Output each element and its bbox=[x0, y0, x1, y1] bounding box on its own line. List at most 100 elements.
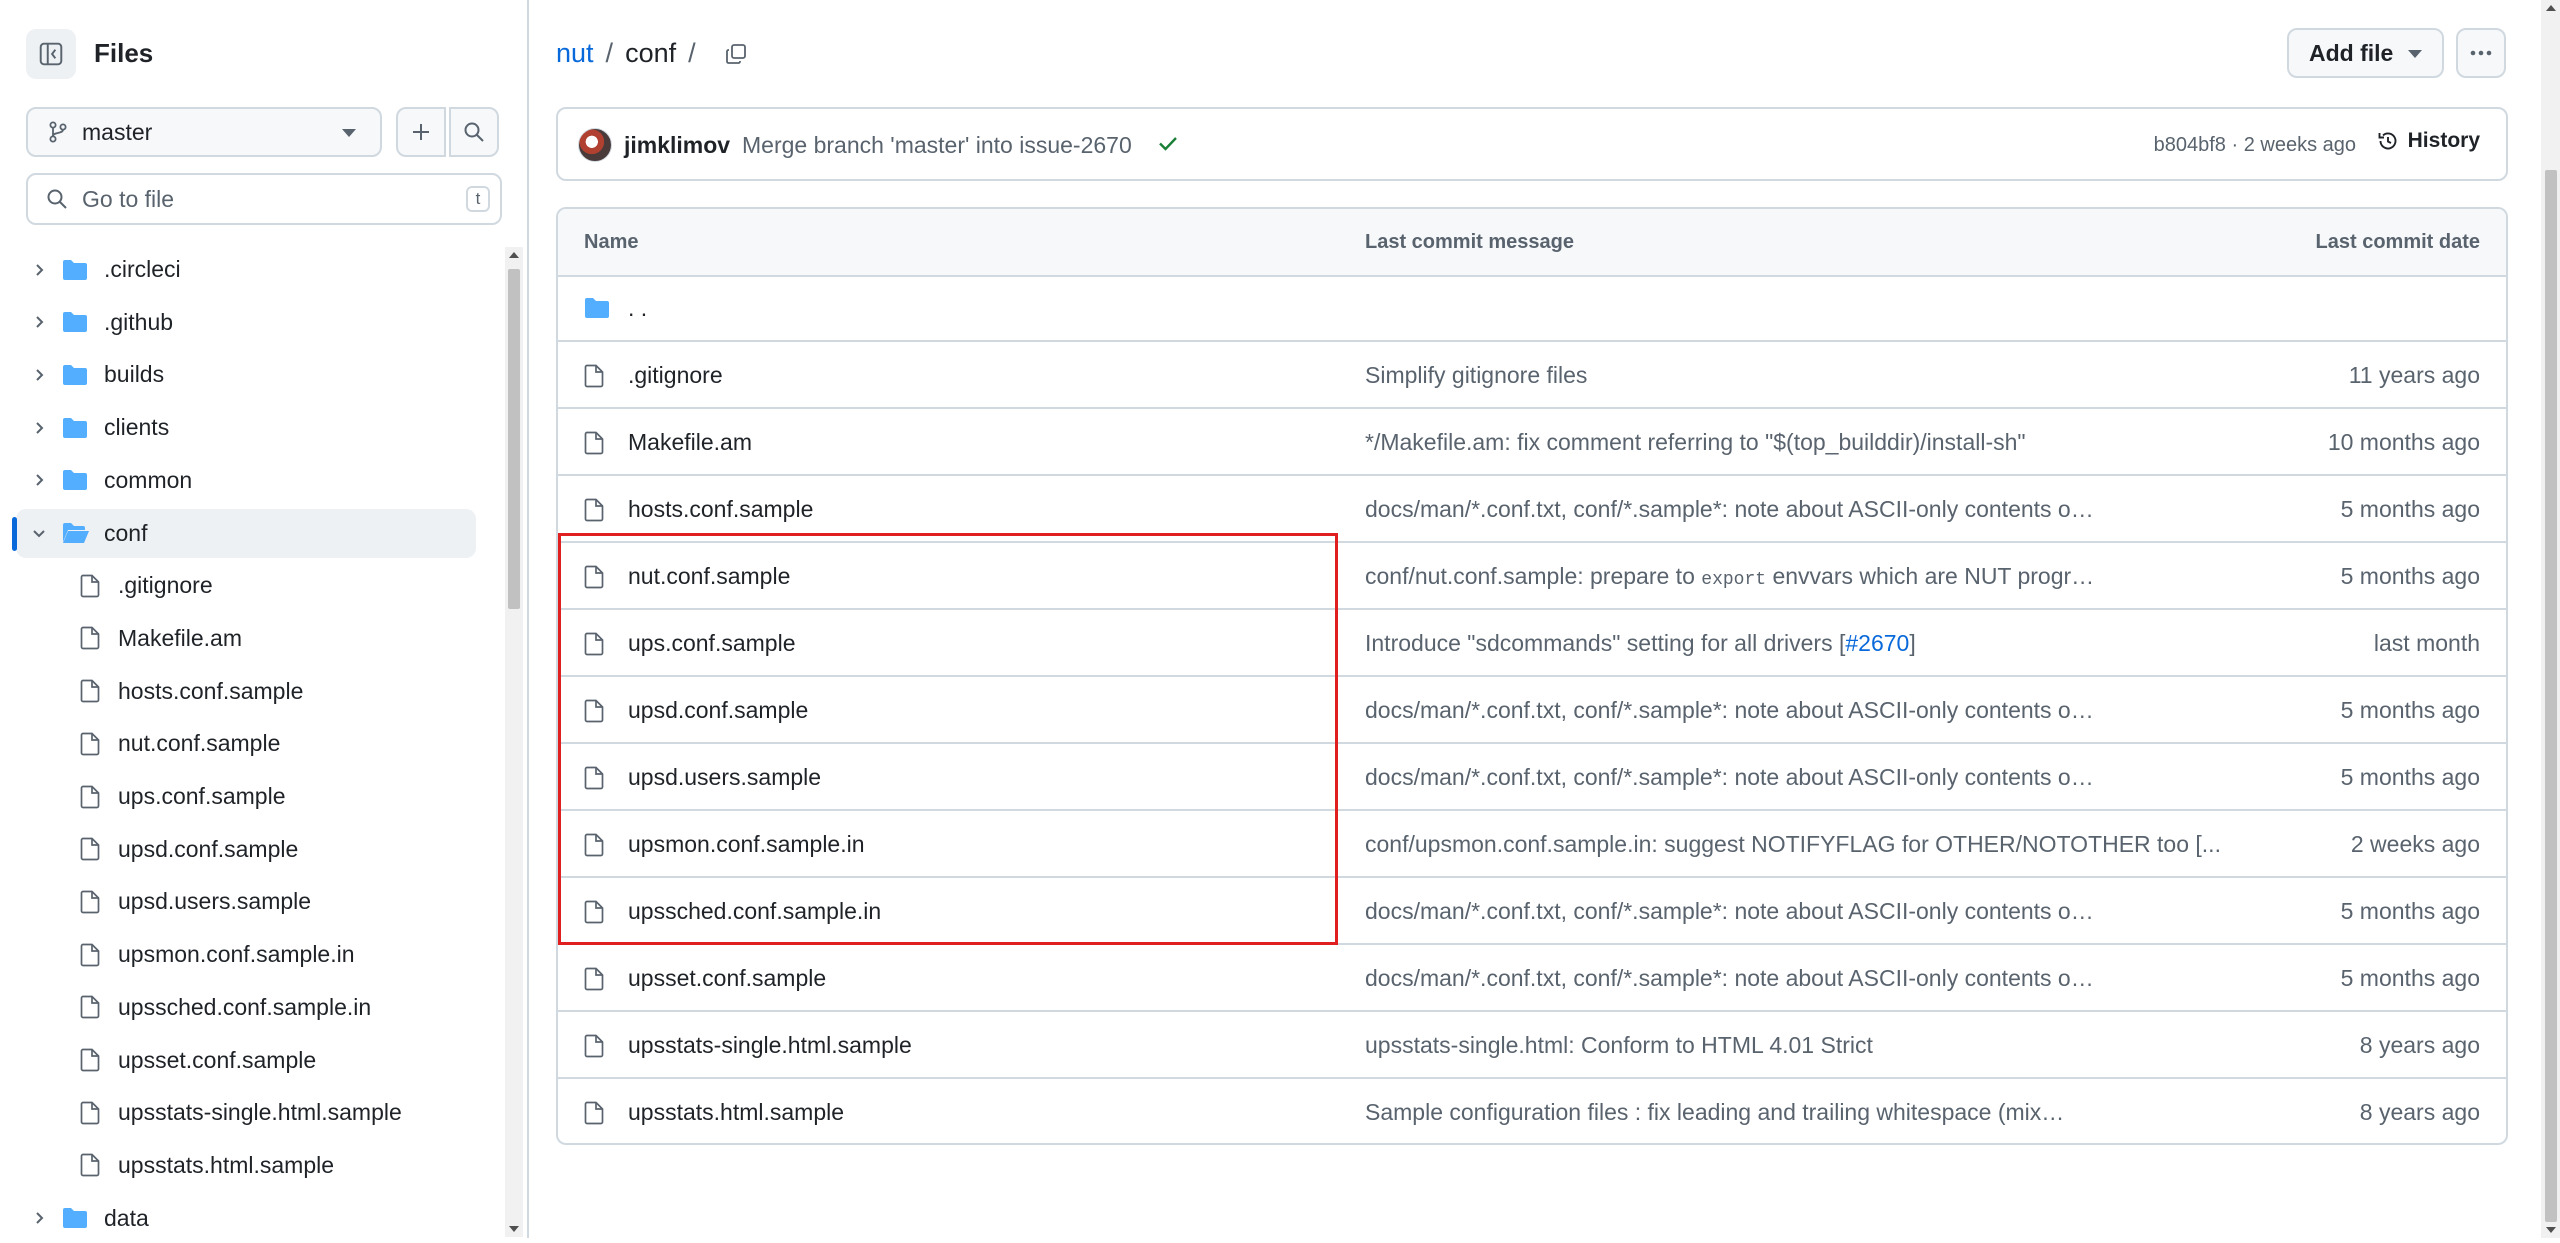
table-row[interactable]: upsset.conf.sample docs/man/*.conf.txt, c… bbox=[558, 945, 2506, 1012]
page-scrollbar[interactable] bbox=[2541, 0, 2560, 1238]
commit-date[interactable]: 11 years ago bbox=[2349, 362, 2480, 389]
history-button[interactable]: History bbox=[2376, 129, 2480, 153]
table-row[interactable]: upsstats.html.sample Sample configuration… bbox=[558, 1079, 2506, 1143]
table-row[interactable]: ups.conf.sample Introduce "sdcommands" se… bbox=[558, 610, 2506, 677]
branch-selector[interactable]: master bbox=[26, 107, 382, 157]
scroll-up-arrow[interactable] bbox=[2546, 5, 2556, 11]
add-file-sidebar-button[interactable] bbox=[396, 107, 446, 157]
issue-link[interactable]: #2670 bbox=[1845, 630, 1909, 656]
search-code-button[interactable] bbox=[449, 107, 499, 157]
tree-item-makefile-am[interactable]: Makefile.am bbox=[16, 614, 476, 663]
chevron-right-icon[interactable] bbox=[32, 263, 46, 277]
sidebar-scrollbar[interactable] bbox=[505, 247, 523, 1237]
copy-path-icon[interactable] bbox=[724, 42, 748, 66]
tree-item-builds[interactable]: builds bbox=[16, 350, 476, 399]
table-row[interactable]: Makefile.am */Makefile.am: fix comment re… bbox=[558, 409, 2506, 476]
commit-author[interactable]: jimklimov bbox=[624, 132, 730, 159]
scroll-down-arrow[interactable] bbox=[509, 1226, 519, 1232]
file-name-link[interactable]: .gitignore bbox=[628, 362, 723, 389]
tree-item-data[interactable]: data bbox=[16, 1194, 476, 1243]
tree-item-clients[interactable]: clients bbox=[16, 403, 476, 452]
file-name-link[interactable]: upsd.conf.sample bbox=[628, 697, 808, 724]
table-row[interactable]: hosts.conf.sample docs/man/*.conf.txt, co… bbox=[558, 476, 2506, 543]
collapse-sidebar-button[interactable] bbox=[26, 29, 76, 79]
file-name-link[interactable]: upsstats-single.html.sample bbox=[628, 1032, 912, 1059]
table-row[interactable]: upsd.users.sample docs/man/*.conf.txt, co… bbox=[558, 744, 2506, 811]
parent-directory-row[interactable]: . . bbox=[558, 275, 2506, 342]
commit-message-link[interactable]: docs/man/*.conf.txt, conf/*.sample*: not… bbox=[1365, 697, 2094, 724]
scrollbar-thumb[interactable] bbox=[2545, 170, 2557, 1222]
commit-message-link[interactable]: docs/man/*.conf.txt, conf/*.sample*: not… bbox=[1365, 496, 2094, 523]
parent-directory-link[interactable]: . . bbox=[628, 295, 647, 322]
table-row[interactable]: nut.conf.sample conf/nut.conf.sample: pre… bbox=[558, 543, 2506, 610]
commit-hash-date[interactable]: b804bf8 · 2 weeks ago bbox=[2154, 134, 2356, 157]
commit-date[interactable]: 10 months ago bbox=[2328, 429, 2480, 456]
commit-message-link[interactable]: docs/man/*.conf.txt, conf/*.sample*: not… bbox=[1365, 764, 2094, 791]
chevron-right-icon[interactable] bbox=[32, 473, 46, 487]
tree-item-upsd-conf-sample[interactable]: upsd.conf.sample bbox=[16, 825, 476, 874]
go-to-file-input[interactable]: Go to file t bbox=[26, 173, 502, 225]
commit-date[interactable]: 5 months ago bbox=[2341, 965, 2480, 992]
chevron-down-icon[interactable] bbox=[32, 526, 46, 540]
tree-item-upssched-conf-sample-in[interactable]: upssched.conf.sample.in bbox=[16, 983, 476, 1032]
check-icon[interactable] bbox=[1156, 131, 1180, 155]
file-name-link[interactable]: upsset.conf.sample bbox=[628, 965, 826, 992]
commit-date[interactable]: last month bbox=[2374, 630, 2480, 657]
tree-item-conf[interactable]: conf bbox=[12, 508, 476, 558]
commit-date[interactable]: 8 years ago bbox=[2360, 1099, 2480, 1126]
commit-message[interactable]: Merge branch 'master' into issue-2670 bbox=[742, 132, 1132, 159]
tree-item-upsset-conf-sample[interactable]: upsset.conf.sample bbox=[16, 1036, 476, 1085]
file-name-link[interactable]: upsmon.conf.sample.in bbox=[628, 831, 865, 858]
commit-date[interactable]: 8 years ago bbox=[2360, 1032, 2480, 1059]
table-row[interactable]: upsmon.conf.sample.in conf/upsmon.conf.sa… bbox=[558, 811, 2506, 878]
commit-message-link[interactable]: Introduce "sdcommands" setting for all d… bbox=[1365, 630, 1916, 657]
tree-item-hosts-conf-sample[interactable]: hosts.conf.sample bbox=[16, 667, 476, 716]
tree-item-nut-conf-sample[interactable]: nut.conf.sample bbox=[16, 719, 476, 768]
tree-item-upsstats-single-html-sample[interactable]: upsstats-single.html.sample bbox=[16, 1088, 476, 1137]
scroll-down-arrow[interactable] bbox=[2546, 1227, 2556, 1233]
commit-date[interactable]: 5 months ago bbox=[2341, 496, 2480, 523]
chevron-right-icon[interactable] bbox=[32, 421, 46, 435]
table-row[interactable]: .gitignore Simplify gitignore files 11 yea… bbox=[558, 342, 2506, 409]
chevron-right-icon[interactable] bbox=[32, 1211, 46, 1225]
file-name-link[interactable]: Makefile.am bbox=[628, 429, 752, 456]
commit-date[interactable]: 2 weeks ago bbox=[2351, 831, 2480, 858]
tree-item-upsmon-conf-sample-in[interactable]: upsmon.conf.sample.in bbox=[16, 930, 476, 979]
file-name-link[interactable]: hosts.conf.sample bbox=[628, 496, 813, 523]
table-row[interactable]: upsd.conf.sample docs/man/*.conf.txt, con… bbox=[558, 677, 2506, 744]
commit-message-link[interactable]: upsstats-single.html: Conform to HTML 4.… bbox=[1365, 1032, 1873, 1059]
commit-message-link[interactable]: docs/man/*.conf.txt, conf/*.sample*: not… bbox=[1365, 898, 2094, 925]
commit-message-link[interactable]: Simplify gitignore files bbox=[1365, 362, 1587, 389]
scrollbar-thumb[interactable] bbox=[508, 269, 520, 609]
commit-message-link[interactable]: conf/upsmon.conf.sample.in: suggest NOTI… bbox=[1365, 831, 2221, 858]
avatar[interactable] bbox=[578, 128, 612, 162]
tree-item-upsd-users-sample[interactable]: upsd.users.sample bbox=[16, 877, 476, 926]
tree-item-circleci[interactable]: .circleci bbox=[16, 245, 476, 294]
chevron-right-icon[interactable] bbox=[32, 368, 46, 382]
file-name-link[interactable]: upsd.users.sample bbox=[628, 764, 821, 791]
scroll-up-arrow[interactable] bbox=[509, 252, 519, 258]
commit-date[interactable]: 5 months ago bbox=[2341, 898, 2480, 925]
tree-item-common[interactable]: common bbox=[16, 456, 476, 505]
commit-date[interactable]: 5 months ago bbox=[2341, 563, 2480, 590]
commit-message-link[interactable]: conf/nut.conf.sample: prepare to export … bbox=[1365, 563, 2094, 590]
tree-item-upsstats-html-sample[interactable]: upsstats.html.sample bbox=[16, 1141, 476, 1190]
commit-message-link[interactable]: docs/man/*.conf.txt, conf/*.sample*: not… bbox=[1365, 965, 2094, 992]
tree-item-ups-conf-sample[interactable]: ups.conf.sample bbox=[16, 772, 476, 821]
tree-item-gitignore[interactable]: .gitignore bbox=[16, 561, 476, 610]
add-file-button[interactable]: Add file bbox=[2287, 28, 2444, 78]
file-name-link[interactable]: upssched.conf.sample.in bbox=[628, 898, 881, 925]
commit-date[interactable]: 5 months ago bbox=[2341, 764, 2480, 791]
file-name-link[interactable]: ups.conf.sample bbox=[628, 630, 795, 657]
commit-message-link[interactable]: */Makefile.am: fix comment referring to … bbox=[1365, 429, 2026, 456]
table-row[interactable]: upsstats-single.html.sample upsstats-sing… bbox=[558, 1012, 2506, 1079]
file-name-link[interactable]: nut.conf.sample bbox=[628, 563, 790, 590]
commit-date[interactable]: 5 months ago bbox=[2341, 697, 2480, 724]
breadcrumb-repo-link[interactable]: nut bbox=[556, 38, 594, 69]
commit-message-link[interactable]: Sample configuration files : fix leading… bbox=[1365, 1099, 2064, 1126]
chevron-right-icon[interactable] bbox=[32, 315, 46, 329]
tree-item-github[interactable]: .github bbox=[16, 298, 476, 347]
more-options-button[interactable] bbox=[2456, 28, 2506, 78]
table-row[interactable]: upssched.conf.sample.in docs/man/*.conf.t… bbox=[558, 878, 2506, 945]
file-name-link[interactable]: upsstats.html.sample bbox=[628, 1099, 844, 1126]
